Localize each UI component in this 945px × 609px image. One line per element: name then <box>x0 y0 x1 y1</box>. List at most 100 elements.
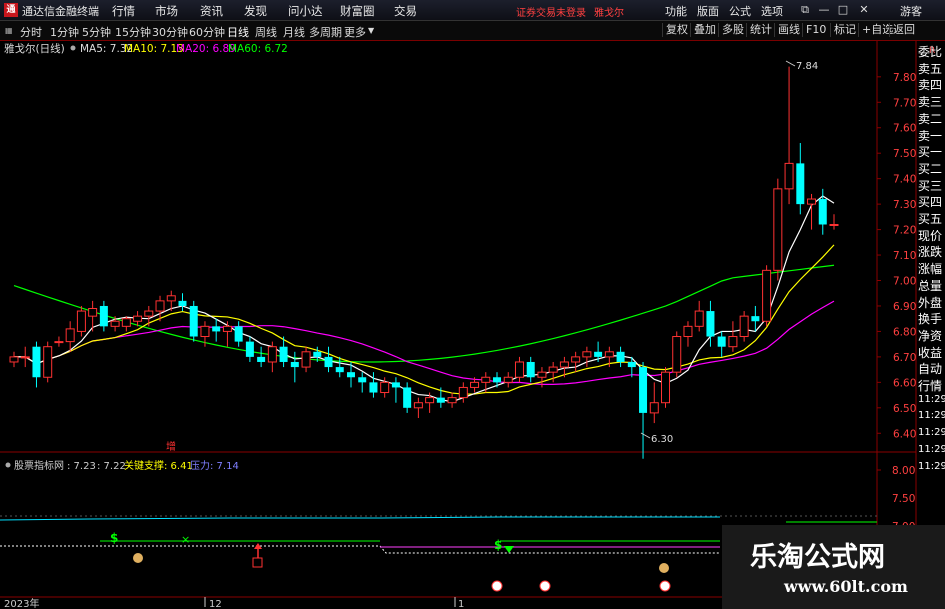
period-weekly[interactable]: 周线 <box>255 24 277 40</box>
candle-up <box>447 397 457 404</box>
side-panel-item[interactable]: 买一 <box>918 143 942 160</box>
side-panel-item[interactable]: 收益 <box>918 344 942 361</box>
menu-wenxiaoda[interactable]: 问小达 <box>288 3 323 19</box>
window-close-icon[interactable]: ✕ <box>858 4 870 15</box>
side-panel-item[interactable]: 买二 <box>918 160 942 177</box>
indicator-axis-8: 8.00 <box>892 465 915 477</box>
date-label-2023: 2023年 <box>4 597 39 609</box>
side-panel-item[interactable]: 11:29 <box>918 427 945 438</box>
buy-signal-dollar-icon: $ <box>110 531 118 545</box>
menu-gongneng[interactable]: 功能 <box>665 3 687 19</box>
side-panel-item[interactable]: 卖二 <box>918 110 942 127</box>
buy-signal-dollar-icon-2: $ <box>494 538 502 552</box>
trade-login-notice[interactable]: 证券交易未登录 <box>516 4 586 19</box>
window-maximize-icon[interactable]: □ <box>837 4 849 15</box>
menu-shichang[interactable]: 市场 <box>155 3 178 19</box>
side-panel-item[interactable]: 总量 <box>918 277 942 294</box>
watermark-box: 乐淘公式网 www.60lt.com <box>722 525 945 609</box>
side-panel-item[interactable]: 11:29 <box>918 444 945 455</box>
candle-up <box>694 310 704 327</box>
menu-gongshi[interactable]: 公式 <box>729 3 751 19</box>
period-fenshi[interactable]: 分时 <box>20 24 42 40</box>
candle-down <box>616 351 625 362</box>
candle-up <box>144 310 154 317</box>
side-panel-item[interactable]: 自动 <box>918 360 942 377</box>
menu-xuanxiang[interactable]: 选项 <box>761 3 783 19</box>
price-axis-label: 6.80 <box>893 326 916 338</box>
menu-zixun[interactable]: 资讯 <box>200 3 223 19</box>
side-panel-item[interactable]: 卖四 <box>918 76 942 93</box>
event-marker: 增 <box>166 440 176 453</box>
side-panel-item[interactable]: 净资 <box>918 327 942 344</box>
candle-down <box>391 382 400 388</box>
guest-label[interactable]: 游客 <box>900 3 922 19</box>
menu-caifuquan[interactable]: 财富圈 <box>340 3 375 19</box>
side-panel-item[interactable]: 买四 <box>918 193 942 210</box>
sell-signal-cross-icon: × <box>181 533 190 546</box>
side-panel-item[interactable]: 外盘 <box>918 294 942 311</box>
candle-up <box>43 346 53 378</box>
period-15min[interactable]: 15分钟 <box>115 24 151 40</box>
candle-down <box>493 377 502 383</box>
candle-down <box>290 361 299 368</box>
ma5-line <box>14 195 835 403</box>
btn-duogu[interactable]: 多股 <box>718 23 747 37</box>
btn-tongji[interactable]: 统计 <box>746 23 775 37</box>
menu-hangqing[interactable]: 行情 <box>112 3 135 19</box>
period-30min[interactable]: 30分钟 <box>152 24 188 40</box>
candle-up <box>133 315 143 322</box>
side-panel-item[interactable]: 卖三 <box>918 93 942 110</box>
money-bag-icon-2 <box>659 563 669 573</box>
btn-back[interactable]: 返回 <box>889 23 918 37</box>
price-axis-label: 7.60 <box>893 123 916 135</box>
side-panel-item[interactable]: 卖一 <box>918 127 942 144</box>
side-panel-item[interactable]: 11:29 <box>918 461 945 472</box>
side-panel-item[interactable]: 委比 <box>918 43 942 60</box>
side-panel-item[interactable]: 11:29 <box>918 394 945 405</box>
period-monthly[interactable]: 月线 <box>283 24 305 40</box>
btn-huaxian[interactable]: 画线 <box>774 23 803 37</box>
period-1min[interactable]: 1分钟 <box>50 24 79 40</box>
side-panel-item[interactable]: 买五 <box>918 210 942 227</box>
btn-fuquan[interactable]: 复权 <box>662 23 691 37</box>
side-panel-item[interactable]: 涨幅 <box>918 260 942 277</box>
side-panel-item[interactable]: 换手 <box>918 310 942 327</box>
candle-down <box>234 326 243 342</box>
period-5min[interactable]: 5分钟 <box>82 24 111 40</box>
candle-up <box>425 397 435 404</box>
candle-down <box>526 361 535 378</box>
side-panel-item[interactable]: 现价 <box>918 227 942 244</box>
menu-banmian[interactable]: 版面 <box>697 3 719 19</box>
side-panel-item[interactable]: 买三 <box>918 177 942 194</box>
legend-ma60: MA60: 6.72 <box>228 43 288 55</box>
candle-down <box>369 382 378 393</box>
period-60min[interactable]: 60分钟 <box>189 24 225 40</box>
legend-ma20: MA20: 6.89 <box>176 43 236 55</box>
candle-down <box>324 356 333 368</box>
side-panel-item[interactable]: 卖五 <box>918 60 942 77</box>
period-more[interactable]: 更多 <box>344 24 366 40</box>
buy-box-icon <box>252 557 263 568</box>
btn-f10[interactable]: F10 <box>802 23 829 37</box>
menu-grid-icon[interactable]: ▦ <box>5 26 13 35</box>
period-daily[interactable]: 日线 <box>227 24 249 40</box>
window-minimize-icon[interactable]: — <box>818 4 830 15</box>
menu-jiaoyi[interactable]: 交易 <box>394 3 417 19</box>
window-restore-icon[interactable]: ⧉ <box>799 4 811 15</box>
chevron-down-icon[interactable]: ▼ <box>368 26 374 35</box>
low-annotation-leader <box>640 432 651 439</box>
side-panel-item[interactable]: 涨跌 <box>918 243 942 260</box>
kline-chart[interactable]: 雅戈尔(日线) MA5: 7.32 MA10: 7.13 MA20: 6.89 … <box>0 41 945 609</box>
side-panel-item[interactable]: 11:29 <box>918 410 945 421</box>
candle-down <box>189 305 198 337</box>
btn-biaoji[interactable]: 标记 <box>830 23 859 37</box>
candle-down <box>335 367 344 373</box>
menu-faxian[interactable]: 发现 <box>244 3 267 19</box>
btn-diejia[interactable]: 叠加 <box>690 23 719 37</box>
price-axis-label: 7.00 <box>893 276 916 288</box>
candle-up <box>503 376 513 383</box>
price-axis-label: 7.50 <box>893 148 916 160</box>
candle-up <box>54 341 64 344</box>
period-multi[interactable]: 多周期 <box>309 24 342 40</box>
side-panel-item[interactable]: 行情 <box>918 377 942 394</box>
